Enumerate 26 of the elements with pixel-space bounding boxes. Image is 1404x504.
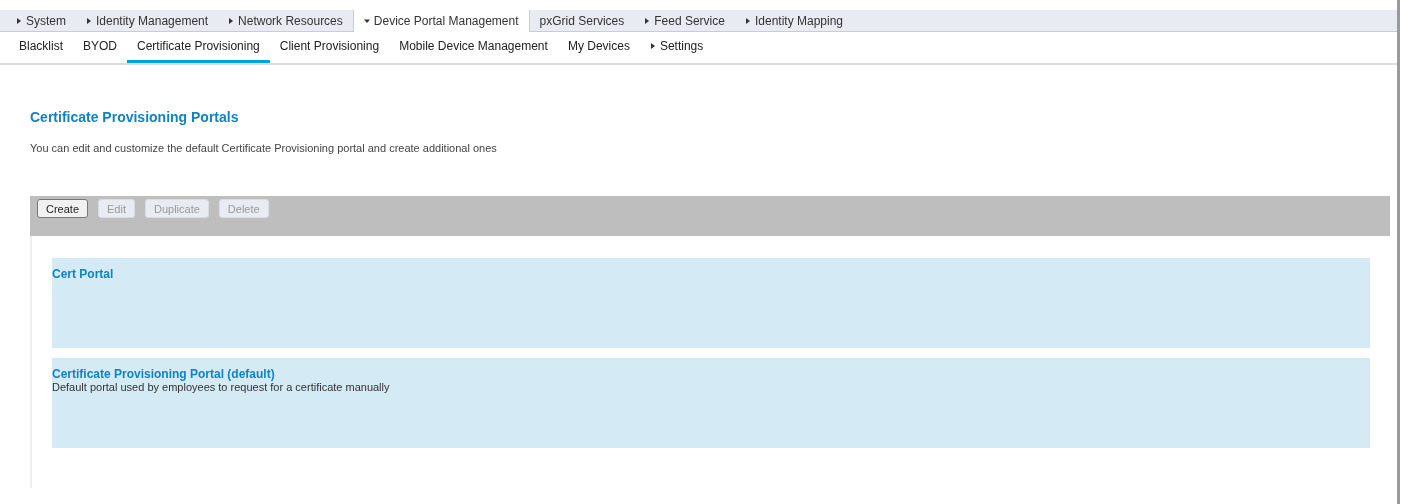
sub-tab[interactable]: Client Provisioning [269, 32, 390, 63]
sub-tab[interactable]: Certificate Provisioning [127, 32, 270, 63]
nav-tab[interactable]: Network Resources [218, 10, 353, 31]
caret-icon [644, 17, 651, 24]
nav-tab[interactable]: Device Portal Management [352, 10, 530, 32]
caret-icon [228, 17, 235, 24]
nav-tab[interactable]: Identity Mapping [734, 10, 853, 31]
sub-tab[interactable]: Blacklist [9, 32, 73, 63]
caret-icon [744, 17, 751, 24]
page-description: You can edit and customize the default Certificate Provisioning portal and create additional ones [30, 142, 498, 154]
caret-icon [363, 18, 370, 24]
toolbar-button[interactable]: Create [37, 199, 89, 218]
sub-tab[interactable]: BYOD [73, 32, 128, 63]
sub-tab[interactable]: My Devices [557, 32, 640, 63]
nav-tab[interactable]: Feed Service [634, 10, 735, 31]
portal-description: Default portal used by employees to request for a certificate manually [52, 381, 391, 393]
sub-tab[interactable]: Settings [639, 32, 714, 63]
caret-icon [16, 17, 22, 24]
nav-tab[interactable]: pxGrid Services [529, 10, 635, 31]
nav-tab[interactable]: Identity Management [76, 10, 219, 31]
caret-icon [86, 17, 92, 24]
caret-icon [649, 43, 656, 49]
nav-tab[interactable]: System [6, 10, 76, 31]
sub-tab[interactable]: Mobile Device Management [389, 32, 558, 63]
page-heading: Certificate Provisioning Portals [30, 109, 240, 125]
portal-card[interactable]: Certificate Provisioning Portal (default) Default portal used by employees to request for a certificate manually [52, 358, 1370, 448]
